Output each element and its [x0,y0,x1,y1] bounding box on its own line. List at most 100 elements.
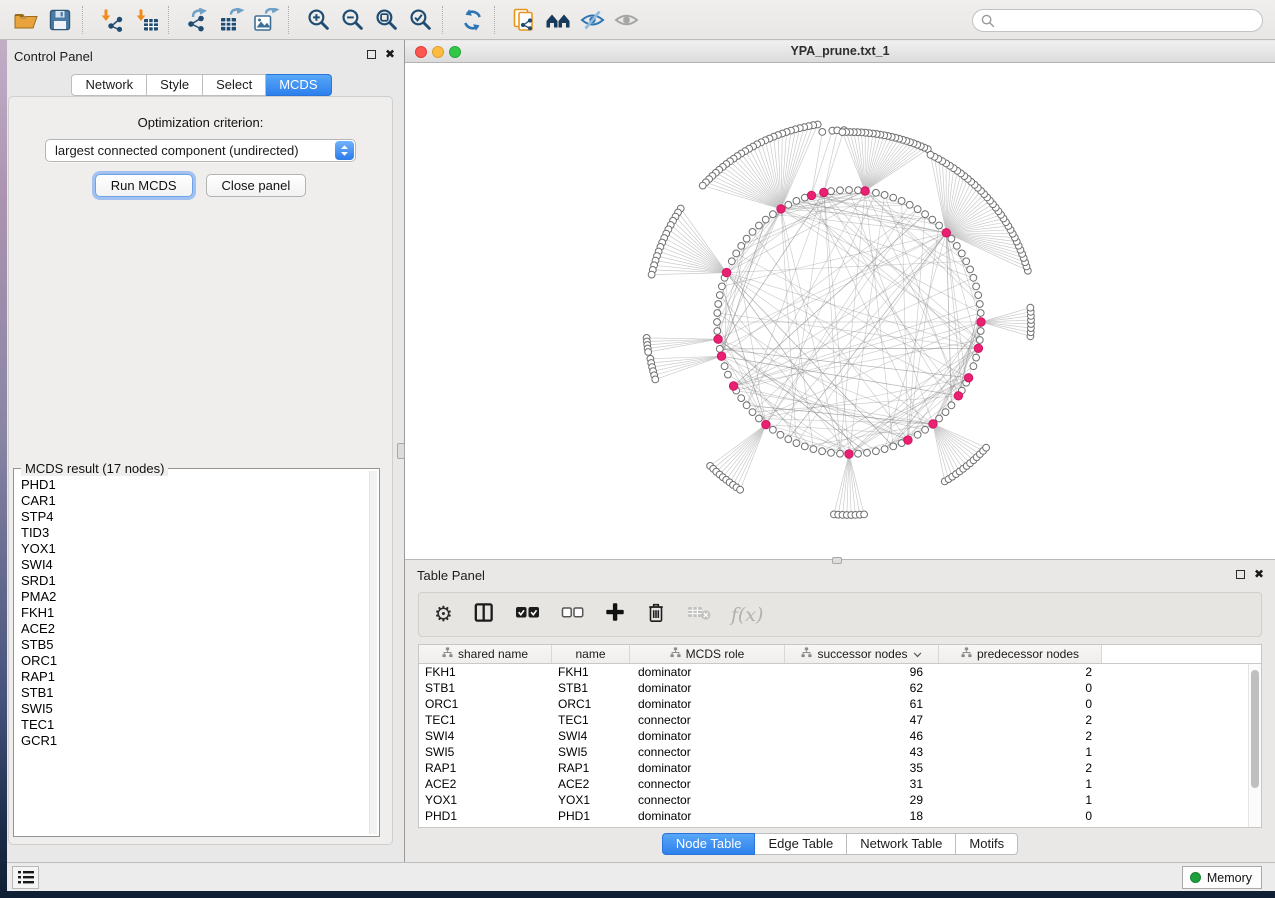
cell-name[interactable]: ACE2 [552,776,630,792]
cell-name[interactable]: PHD1 [552,808,630,824]
cell-predecessor-nodes[interactable]: 0 [939,808,1102,824]
cell-MCDS-role[interactable]: dominator [630,664,785,680]
open-file-button[interactable] [9,5,43,35]
cell-MCDS-role[interactable]: dominator [630,696,785,712]
ring-node[interactable] [975,292,982,299]
ring-node[interactable] [770,211,777,218]
ring-node[interactable] [725,371,732,378]
tab-select[interactable]: Select [203,74,266,96]
ring-node[interactable] [922,426,929,433]
select-all-rows-button[interactable] [514,600,541,630]
mcds-result-item[interactable]: SRD1 [16,573,369,589]
mcds-hub-node[interactable] [977,318,985,326]
ring-node[interactable] [819,448,826,455]
satellite-node[interactable] [983,444,990,451]
network-canvas[interactable] [405,63,1275,559]
table-row[interactable]: YOX1YOX1connector291 [419,792,1261,808]
criterion-select[interactable]: largest connected component (undirected) [45,139,356,162]
ring-node[interactable] [890,443,897,450]
ring-node[interactable] [948,402,955,409]
cell-successor-nodes[interactable]: 46 [785,728,939,744]
cell-shared-name[interactable]: SWI5 [419,744,552,760]
mcds-result-item[interactable]: ACE2 [16,621,369,637]
cell-successor-nodes[interactable]: 61 [785,696,939,712]
tab-edge-table[interactable]: Edge Table [755,833,847,855]
mcds-hub-node[interactable] [942,229,950,237]
table-mode-button[interactable]: ⚙ [434,600,453,630]
import-table-button[interactable] [129,5,163,35]
cell-successor-nodes[interactable]: 29 [785,792,939,808]
cell-predecessor-nodes[interactable]: 0 [939,680,1102,696]
cell-MCDS-role[interactable]: connector [630,776,785,792]
ring-node[interactable] [716,346,723,353]
mcds-result-item[interactable]: PMA2 [16,589,369,605]
ring-node[interactable] [777,431,784,438]
mcds-hub-node[interactable] [717,352,725,360]
search-input[interactable] [1000,10,1254,31]
mcds-hub-node[interactable] [845,450,853,458]
cell-predecessor-nodes[interactable]: 2 [939,760,1102,776]
ring-node[interactable] [890,194,897,201]
cell-successor-nodes[interactable]: 31 [785,776,939,792]
mcds-hub-node[interactable] [929,420,937,428]
tab-network-table[interactable]: Network Table [847,833,956,855]
mcds-hub-node[interactable] [807,191,815,199]
cell-shared-name[interactable]: ACE2 [419,776,552,792]
cell-name[interactable]: YOX1 [552,792,630,808]
zoom-in-button[interactable] [301,5,335,35]
mcds-result-item[interactable]: SWI4 [16,557,369,573]
zoom-selected-button[interactable] [403,5,437,35]
satellite-node[interactable] [927,151,934,158]
ring-node[interactable] [721,363,728,370]
ring-node[interactable] [973,354,980,361]
cell-predecessor-nodes[interactable]: 1 [939,744,1102,760]
column-header-predecessor-nodes[interactable]: predecessor nodes [939,645,1102,663]
ring-node[interactable] [970,274,977,281]
tab-style[interactable]: Style [147,74,203,96]
mcds-result-item[interactable]: SWI5 [16,701,369,717]
mcds-result-item[interactable]: STB1 [16,685,369,701]
ring-node[interactable] [738,395,745,402]
cell-successor-nodes[interactable]: 62 [785,680,939,696]
satellite-node[interactable] [861,511,868,518]
ring-node[interactable] [922,211,929,218]
mcds-result-list[interactable]: PHD1CAR1STP4TID3YOX1SWI4SRD1PMA2FKH1ACE2… [16,471,369,834]
cell-MCDS-role[interactable]: connector [630,792,785,808]
mcds-result-item[interactable]: FKH1 [16,605,369,621]
ring-node[interactable] [970,363,977,370]
mcds-result-item[interactable]: RAP1 [16,669,369,685]
ring-node[interactable] [973,283,980,290]
cell-MCDS-role[interactable]: dominator [630,808,785,824]
table-row[interactable]: FKH1FKH1dominator962 [419,664,1261,680]
mcds-hub-node[interactable] [964,374,972,382]
cell-name[interactable]: SWI4 [552,728,630,744]
ring-node[interactable] [855,450,862,457]
export-table-button[interactable] [215,5,249,35]
ring-node[interactable] [846,187,853,194]
cell-shared-name[interactable]: RAP1 [419,760,552,776]
ring-node[interactable] [977,328,984,335]
cell-name[interactable]: TEC1 [552,712,630,728]
ring-node[interactable] [936,222,943,229]
import-network-button[interactable] [95,5,129,35]
export-image-button[interactable] [249,5,283,35]
cell-predecessor-nodes[interactable]: 2 [939,664,1102,680]
tab-network[interactable]: Network [71,74,147,96]
ring-node[interactable] [936,415,943,422]
mcds-hub-node[interactable] [722,268,730,276]
ring-node[interactable] [929,216,936,223]
ring-node[interactable] [785,201,792,208]
float-table-panel-icon[interactable] [1236,570,1245,579]
network-window-titlebar[interactable]: YPA_prune.txt_1 [405,41,1275,63]
ring-node[interactable] [881,192,888,199]
table-row[interactable]: STB1STB1dominator620 [419,680,1261,696]
window-maximize-icon[interactable] [449,46,461,58]
mcds-hub-node[interactable] [954,392,962,400]
cell-name[interactable]: STB1 [552,680,630,696]
ring-node[interactable] [714,319,721,326]
node-table[interactable]: shared namenameMCDS rolesuccessor nodesp… [418,644,1262,828]
ring-node[interactable] [953,243,960,250]
ring-node[interactable] [749,409,756,416]
cell-name[interactable]: SWI5 [552,744,630,760]
mcds-result-item[interactable]: STB5 [16,637,369,653]
